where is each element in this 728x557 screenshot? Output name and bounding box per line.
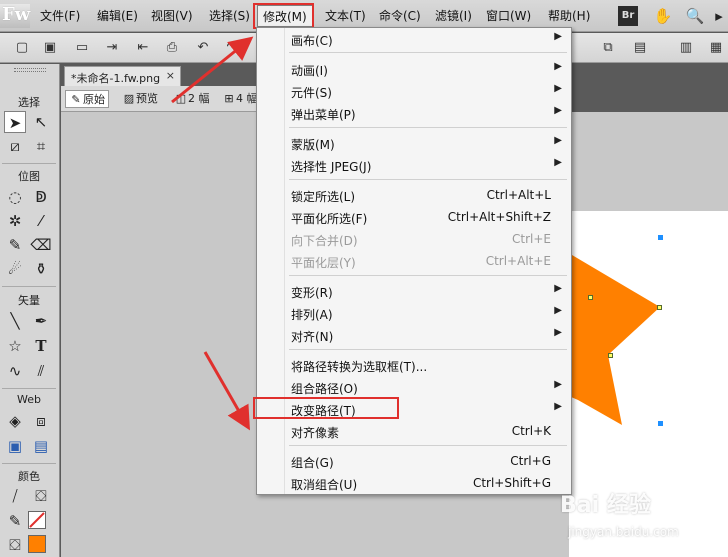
watermark-url: jingyan.baidu.com xyxy=(568,525,679,539)
baidu-jingyan-watermark: Bai 经验 jingyan.baidu.com xyxy=(560,487,726,553)
arrow-to-alter-path xyxy=(203,351,250,431)
annotation-arrows xyxy=(171,36,254,431)
watermark-brand: Bai 经验 xyxy=(560,493,651,518)
arrow-to-modify-menu xyxy=(171,36,254,104)
